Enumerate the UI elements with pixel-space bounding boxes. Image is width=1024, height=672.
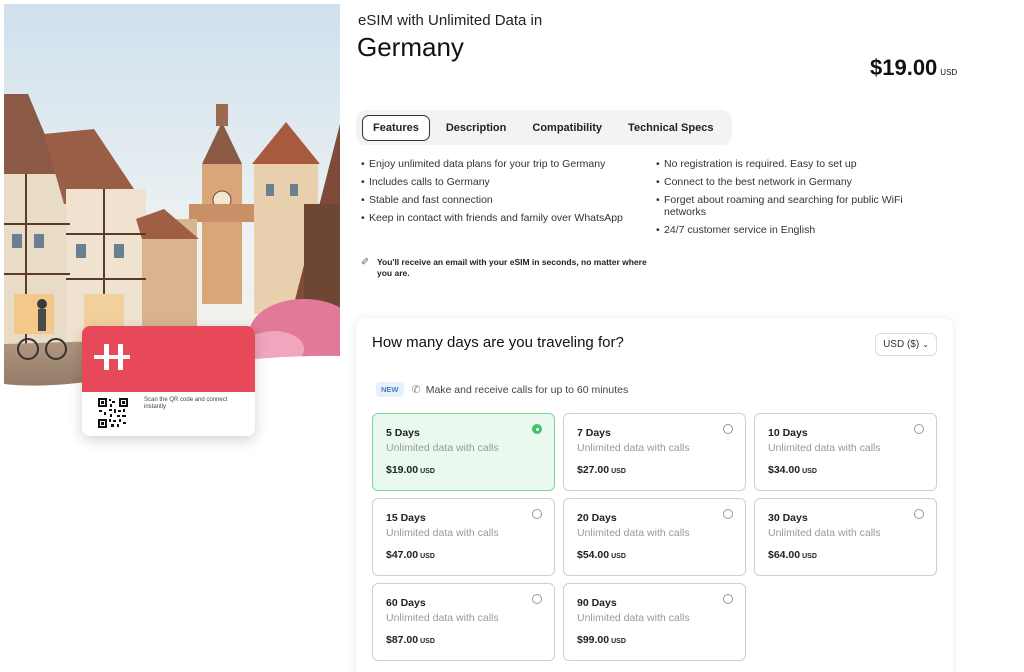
currency-select[interactable]: USD ($) ⌄ [875,333,937,356]
plan-desc: Unlimited data with calls [768,527,881,539]
plan-price-currency: USD [802,468,817,475]
new-feature-row: NEW ✆ Make and receive calls for up to 6… [376,382,628,397]
plan-price-currency: USD [611,468,626,475]
header-price-value: $19.00 [870,55,938,80]
plan-price-value: $54.00 [577,549,610,561]
plan-price-currency: USD [420,638,435,645]
tab-compatibility[interactable]: Compatibility [522,116,612,140]
plan-price-value: $99.00 [577,634,610,646]
plan-price: $87.00 USD [386,634,435,646]
plan-price: $64.00 USD [768,549,817,561]
plan-price-currency: USD [611,638,626,645]
plan-radio[interactable] [914,509,924,519]
plan-days: 5 Days [386,427,420,439]
email-delivery-note: ✐ You'll receive an email with your eSIM… [361,257,651,279]
plan-card-10-days[interactable]: 10 Days Unlimited data with calls $34.00… [754,413,937,491]
plan-days: 10 Days [768,427,808,439]
plan-radio[interactable] [532,594,542,604]
plan-price-currency: USD [611,553,626,560]
plan-price-value: $27.00 [577,464,610,476]
plan-price-value: $19.00 [386,464,419,476]
esim-card-header [82,326,255,392]
plan-card-20-days[interactable]: 20 Days Unlimited data with calls $54.00… [563,498,746,576]
features-list-left: Enjoy unlimited data plans for your trip… [361,158,646,230]
feature-item: Connect to the best network in Germany [656,176,921,188]
plan-days: 15 Days [386,512,426,524]
feature-item: Forget about roaming and searching for p… [656,194,921,218]
plan-price-value: $64.00 [768,549,801,561]
plan-card-5-days[interactable]: 5 Days Unlimited data with calls $19.00 U… [372,413,555,491]
plan-price-currency: USD [420,553,435,560]
features-list-right: No registration is required. Easy to set… [656,158,921,242]
plan-price: $99.00 USD [577,634,626,646]
new-feature-text: Make and receive calls for up to 60 minu… [425,383,629,396]
plan-desc: Unlimited data with calls [386,442,499,454]
plan-desc: Unlimited data with calls [386,612,499,624]
scan-qr-text: Scan the QR code and connect instantly [144,397,228,410]
holafly-logo-icon [94,344,130,370]
page-subtitle: eSIM with Unlimited Data in [358,12,543,29]
feature-item: Includes calls to Germany [361,176,646,188]
email-delivery-text: You'll receive an email with your eSIM i… [377,257,647,278]
plan-price: $19.00 USD [386,464,435,476]
plan-radio[interactable] [723,424,733,434]
plan-radio[interactable] [723,594,733,604]
plans-title: How many days are you traveling for? [372,334,624,351]
plan-desc: Unlimited data with calls [577,442,690,454]
page-title: Germany [357,32,464,62]
phone-icon: ✆ [411,384,421,396]
plan-radio[interactable] [532,424,542,434]
feature-item: Stable and fast connection [361,194,646,206]
chevron-down-icon: ⌄ [922,340,929,349]
plan-price-currency: USD [802,553,817,560]
plan-price: $47.00 USD [386,549,435,561]
plan-card-60-days[interactable]: 60 Days Unlimited data with calls $87.00… [372,583,555,661]
plan-desc: Unlimited data with calls [577,527,690,539]
plan-card-90-days[interactable]: 90 Days Unlimited data with calls $99.00… [563,583,746,661]
plan-card-30-days[interactable]: 30 Days Unlimited data with calls $64.00… [754,498,937,576]
plan-days: 7 Days [577,427,611,439]
plan-desc: Unlimited data with calls [386,527,499,539]
plan-price-currency: USD [420,468,435,475]
plan-days: 20 Days [577,512,617,524]
plan-price: $34.00 USD [768,464,817,476]
esim-card: Scan the QR code and connect instantly [82,326,255,436]
feature-item: Keep in contact with friends and family … [361,212,646,224]
plan-price-value: $47.00 [386,549,419,561]
header-price-currency: USD [940,68,958,77]
header-price: $19.00 USD [870,55,957,81]
plan-days: 90 Days [577,597,617,609]
plan-card-15-days[interactable]: 15 Days Unlimited data with calls $47.00… [372,498,555,576]
tab-technical-specs[interactable]: Technical Specs [618,116,723,140]
rocket-icon: ✐ [361,257,370,268]
plan-days: 30 Days [768,512,808,524]
plan-radio[interactable] [723,509,733,519]
plans-panel: How many days are you traveling for? USD… [356,318,953,672]
feature-item: Enjoy unlimited data plans for your trip… [361,158,646,170]
plan-card-7-days[interactable]: 7 Days Unlimited data with calls $27.00 U… [563,413,746,491]
tab-features[interactable]: Features [362,114,430,141]
plan-desc: Unlimited data with calls [577,612,690,624]
plan-radio[interactable] [914,424,924,434]
plan-radio[interactable] [532,509,542,519]
plan-price-value: $87.00 [386,634,419,646]
plan-price-value: $34.00 [768,464,801,476]
feature-item: 24/7 customer service in English [656,224,921,236]
plan-price: $54.00 USD [577,549,626,561]
qr-code-icon [98,398,128,428]
feature-item: No registration is required. Easy to set… [656,158,921,170]
plan-price: $27.00 USD [577,464,626,476]
plan-desc: Unlimited data with calls [768,442,881,454]
tab-description[interactable]: Description [436,116,517,140]
product-tabs: Features Description Compatibility Techn… [356,110,732,145]
new-badge: NEW [376,382,404,397]
plan-days: 60 Days [386,597,426,609]
currency-select-value: USD ($) [883,339,920,350]
